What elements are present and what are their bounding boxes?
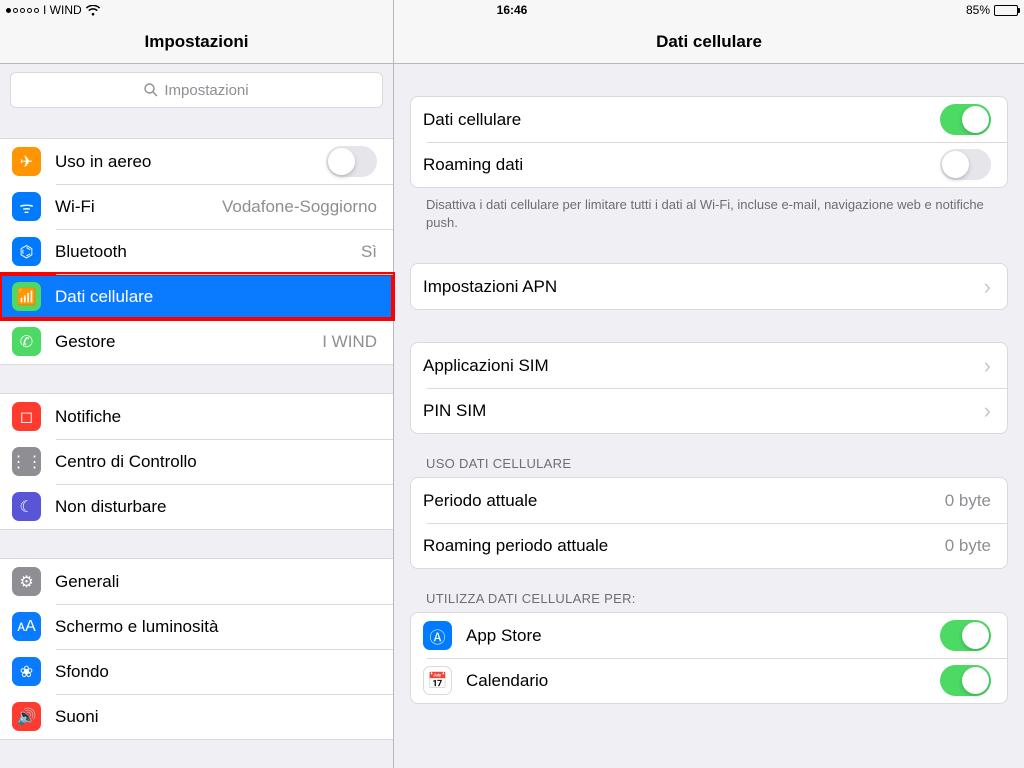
apn-settings-label: Impostazioni APN bbox=[423, 277, 978, 297]
sidebar-item-label: Uso in aereo bbox=[55, 152, 326, 172]
gear-icon: ⚙ bbox=[12, 567, 41, 596]
data-roaming-toggle-row[interactable]: Roaming dati bbox=[411, 142, 1007, 187]
per-app-header: Utilizza dati cellulare per: bbox=[410, 569, 1008, 612]
sim-applications-row[interactable]: Applicazioni SIM › bbox=[411, 343, 1007, 388]
notifications-icon: ◻ bbox=[12, 402, 41, 431]
battery-icon bbox=[994, 5, 1018, 16]
sidebar-item-label: Suoni bbox=[55, 707, 377, 727]
sidebar-item-label: Sfondo bbox=[55, 662, 377, 682]
sidebar-item-notifications[interactable]: ◻ Notifiche bbox=[0, 394, 393, 439]
sidebar-item-label: Schermo e luminosità bbox=[55, 617, 377, 637]
sidebar-item-general[interactable]: ⚙ Generali bbox=[0, 559, 393, 604]
sidebar-item-label: Dati cellulare bbox=[55, 287, 377, 307]
status-bar: I WIND 16:46 85% bbox=[0, 0, 1024, 20]
airplane-icon: ✈ bbox=[12, 147, 41, 176]
airplane-switch[interactable] bbox=[326, 146, 377, 177]
bluetooth-icon: ⌬ bbox=[12, 237, 41, 266]
apn-settings-row[interactable]: Impostazioni APN › bbox=[411, 264, 1007, 309]
settings-sidebar: Impostazioni Impostazioni ✈Uso in aereoᯤ… bbox=[0, 0, 394, 768]
data-roaming-switch[interactable] bbox=[940, 149, 991, 180]
wifi-status-icon bbox=[86, 5, 100, 16]
data-roaming-label: Roaming dati bbox=[423, 155, 940, 175]
roaming-period-label: Roaming periodo attuale bbox=[423, 536, 937, 556]
per-app-row-appstore[interactable]: Ⓐ App Store bbox=[411, 613, 1007, 658]
wallpaper-icon: ❀ bbox=[12, 657, 41, 686]
usage-header: Uso dati cellulare bbox=[410, 434, 1008, 477]
sidebar-item-airplane[interactable]: ✈ Uso in aereo bbox=[0, 139, 393, 184]
cellular-data-switch[interactable] bbox=[940, 104, 991, 135]
per-app-label: App Store bbox=[466, 626, 940, 646]
search-icon bbox=[144, 83, 158, 97]
sidebar-item-cellular[interactable]: 📶 Dati cellulare bbox=[0, 274, 393, 319]
sidebar-item-controlcenter[interactable]: ⋮⋮ Centro di Controllo bbox=[0, 439, 393, 484]
carrier-label: I WIND bbox=[43, 3, 82, 17]
search-placeholder: Impostazioni bbox=[164, 82, 248, 99]
sidebar-item-label: Generali bbox=[55, 572, 377, 592]
sim-pin-row[interactable]: PIN SIM › bbox=[411, 388, 1007, 433]
cellular-data-label: Dati cellulare bbox=[423, 110, 940, 130]
sidebar-item-dnd[interactable]: ☾ Non disturbare bbox=[0, 484, 393, 529]
sidebar-item-wallpaper[interactable]: ❀ Sfondo bbox=[0, 649, 393, 694]
signal-strength-icon bbox=[6, 8, 39, 13]
chevron-right-icon: › bbox=[984, 398, 991, 424]
chevron-right-icon: › bbox=[984, 353, 991, 379]
appstore-icon: Ⓐ bbox=[423, 621, 452, 650]
chevron-right-icon: › bbox=[984, 274, 991, 300]
phone-icon: ✆ bbox=[12, 327, 41, 356]
sidebar-item-carrier[interactable]: ✆ Gestore I WIND bbox=[0, 319, 393, 364]
appstore-switch[interactable] bbox=[940, 620, 991, 651]
clock: 16:46 bbox=[497, 3, 528, 17]
roaming-period-value: 0 byte bbox=[945, 536, 991, 556]
sidebar-item-label: Wi-Fi bbox=[55, 197, 214, 217]
calendar-switch[interactable] bbox=[940, 665, 991, 696]
sidebar-item-value: Vodafone-Soggiorno bbox=[222, 197, 377, 217]
cellular-icon: 📶 bbox=[12, 282, 41, 311]
sidebar-item-label: Notifiche bbox=[55, 407, 377, 427]
sidebar-item-label: Non disturbare bbox=[55, 497, 377, 517]
sidebar-item-label: Gestore bbox=[55, 332, 314, 352]
sounds-icon: 🔊 bbox=[12, 702, 41, 731]
sim-applications-label: Applicazioni SIM bbox=[423, 356, 978, 376]
roaming-period-row[interactable]: Roaming periodo attuale 0 byte bbox=[411, 523, 1007, 568]
wifi-icon: ᯤ bbox=[12, 192, 41, 221]
moon-icon: ☾ bbox=[12, 492, 41, 521]
cellular-data-toggle-row[interactable]: Dati cellulare bbox=[411, 97, 1007, 142]
current-period-row[interactable]: Periodo attuale 0 byte bbox=[411, 478, 1007, 523]
sidebar-item-display[interactable]: ᴀA Schermo e luminosità bbox=[0, 604, 393, 649]
sidebar-item-label: Bluetooth bbox=[55, 242, 353, 262]
calendar-icon: 📅 bbox=[423, 666, 452, 695]
sidebar-item-value: Sì bbox=[361, 242, 377, 262]
sidebar-item-sounds[interactable]: 🔊 Suoni bbox=[0, 694, 393, 739]
current-period-value: 0 byte bbox=[945, 491, 991, 511]
controlcenter-icon: ⋮⋮ bbox=[12, 447, 41, 476]
per-app-label: Calendario bbox=[466, 671, 940, 691]
search-input[interactable]: Impostazioni bbox=[10, 72, 383, 108]
sidebar-item-wifi[interactable]: ᯤ Wi-Fi Vodafone-Soggiorno bbox=[0, 184, 393, 229]
cellular-data-note: Disattiva i dati cellulare per limitare … bbox=[410, 188, 1008, 231]
display-icon: ᴀA bbox=[12, 612, 41, 641]
sim-pin-label: PIN SIM bbox=[423, 401, 978, 421]
current-period-label: Periodo attuale bbox=[423, 491, 937, 511]
sidebar-item-value: I WIND bbox=[322, 332, 377, 352]
per-app-row-calendar[interactable]: 📅 Calendario bbox=[411, 658, 1007, 703]
sidebar-item-label: Centro di Controllo bbox=[55, 452, 377, 472]
detail-pane: Dati cellulare Dati cellulare Roaming da… bbox=[394, 0, 1024, 768]
battery-pct: 85% bbox=[966, 3, 990, 17]
sidebar-item-bluetooth[interactable]: ⌬ Bluetooth Sì bbox=[0, 229, 393, 274]
